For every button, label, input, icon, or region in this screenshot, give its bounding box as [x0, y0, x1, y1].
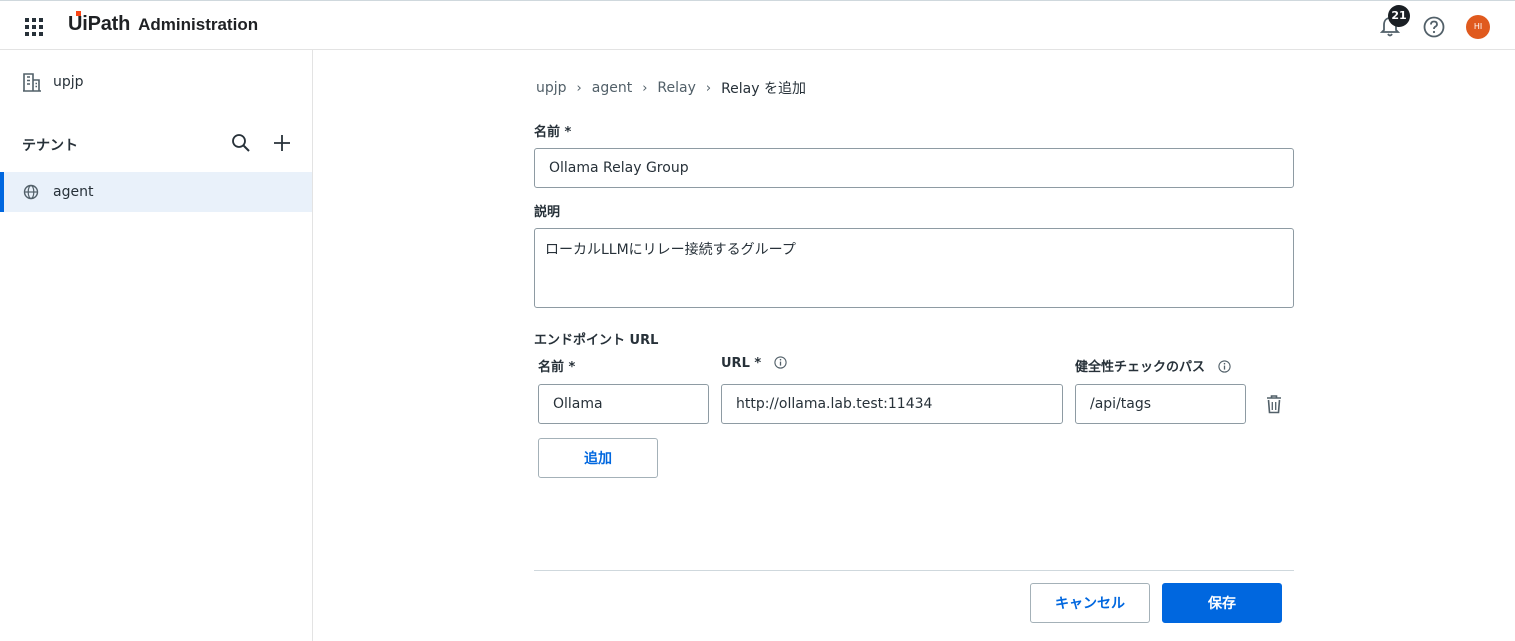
logo-brand-text: UiPath — [68, 13, 131, 35]
sidebar: upjp テナント agent — [0, 50, 313, 641]
name-label: 名前 * — [534, 125, 572, 140]
description-label: 説明 — [534, 205, 561, 220]
tenant-section-title: テナント — [22, 138, 78, 154]
tenant-item-label: agent — [53, 184, 94, 200]
endpoint-health-path-input[interactable] — [1075, 384, 1246, 424]
trash-icon[interactable] — [1265, 394, 1283, 414]
org-name: upjp — [53, 74, 84, 90]
endpoint-health-column-text: 健全性チェックのパス — [1075, 360, 1206, 375]
endpoint-name-column-label: 名前 * — [538, 360, 576, 375]
breadcrumb-item-relay[interactable]: Relay — [657, 80, 695, 96]
description-textarea[interactable]: ローカルLLMにリレー接続するグループ — [534, 228, 1294, 308]
product-name: Administration — [138, 14, 259, 34]
help-icon[interactable] — [1423, 16, 1445, 38]
search-icon[interactable] — [231, 133, 251, 153]
chevron-right-icon: › — [642, 80, 648, 96]
endpoint-url-input[interactable] — [721, 384, 1063, 424]
user-avatar[interactable]: HI — [1466, 15, 1490, 39]
chevron-right-icon: › — [576, 80, 582, 96]
uipath-logo[interactable]: UiPath Administration — [68, 11, 259, 36]
endpoint-url-column-label: URL * — [721, 356, 787, 371]
info-icon[interactable] — [1217, 360, 1231, 373]
logo-accent-dot — [76, 11, 81, 16]
notification-badge: 21 — [1388, 5, 1410, 27]
breadcrumb-current: Relay を追加 — [721, 81, 806, 97]
breadcrumb-item-org[interactable]: upjp — [536, 80, 567, 96]
endpoint-section-title: エンドポイント URL — [534, 333, 659, 348]
org-link[interactable]: upjp — [22, 72, 84, 92]
top-header: UiPath Administration 21 HI — [0, 0, 1515, 50]
add-endpoint-button[interactable]: 追加 — [538, 438, 658, 478]
endpoint-name-input[interactable] — [538, 384, 709, 424]
endpoint-health-column-label: 健全性チェックのパス — [1075, 356, 1231, 375]
breadcrumb: upjp › agent › Relay › Relay を追加 — [536, 78, 806, 98]
info-icon[interactable] — [774, 356, 787, 369]
name-input[interactable] — [534, 148, 1294, 188]
cancel-button[interactable]: キャンセル — [1030, 583, 1150, 623]
breadcrumb-item-tenant[interactable]: agent — [592, 80, 632, 96]
chevron-right-icon: › — [705, 80, 712, 96]
footer-divider — [534, 570, 1294, 571]
apps-grid-icon[interactable] — [24, 17, 44, 37]
plus-icon[interactable] — [273, 134, 291, 152]
building-icon — [23, 73, 41, 92]
logo-brand: UiPath — [68, 11, 131, 36]
globe-icon — [23, 184, 39, 200]
tenant-item-agent[interactable]: agent — [0, 172, 312, 212]
endpoint-url-column-text: URL * — [721, 356, 762, 371]
save-button[interactable]: 保存 — [1162, 583, 1282, 623]
